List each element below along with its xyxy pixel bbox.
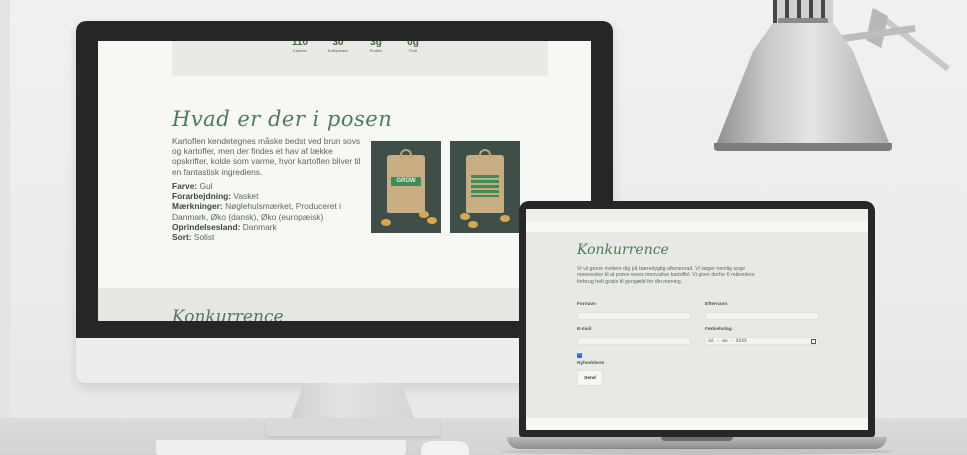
- wall-left: [0, 0, 10, 455]
- competition-form: [526, 232, 868, 418]
- nutrition-label: Protein: [369, 48, 383, 53]
- spec-row: Mærkninger: Nøglehulsmærket, Produceret …: [172, 201, 372, 221]
- section-title: Hvad er der i posen: [172, 107, 393, 131]
- email-field[interactable]: [577, 337, 691, 345]
- lamp-rim: [714, 143, 892, 151]
- newsletter-label: Nyhedsbrev: [577, 361, 605, 366]
- nutrition-value: 3g: [370, 41, 382, 48]
- spec-label: Farve:: [172, 181, 198, 191]
- spec-value: Solist: [193, 232, 215, 243]
- calendar-icon[interactable]: [811, 339, 816, 344]
- product-specs: Farve: Gul Forarbejdning: Vasket Mærknin…: [172, 181, 372, 242]
- nutrition-item: 110 Kalorier: [280, 41, 320, 54]
- potato-icon: [468, 221, 478, 228]
- product-image-front[interactable]: GROW: [371, 141, 441, 233]
- birthday-placeholder: dd - mm - åååå: [708, 338, 747, 344]
- mouse: [421, 441, 469, 455]
- nutrition-label: Kalorier: [293, 48, 307, 53]
- birthday-field[interactable]: dd - mm - åååå: [705, 337, 819, 345]
- nutrition-label: Fedt: [408, 48, 417, 53]
- send-button[interactable]: Send: [577, 370, 603, 386]
- monitor-stand-base: [266, 418, 440, 436]
- email-label: E-mail: [577, 327, 592, 332]
- spec-row: Forarbejdning: Vasket: [172, 191, 372, 201]
- spec-label: Oprindelsesland:: [172, 221, 241, 232]
- product-description: Kartoflen kendetegnes måske bedst ved br…: [172, 136, 361, 177]
- spec-row: Farve: Gul: [172, 181, 372, 191]
- nutrition-item: 3g Protein: [356, 41, 396, 54]
- potato-icon: [419, 211, 429, 218]
- potato-bag-back: [466, 149, 504, 213]
- bag-brand: GROW: [396, 178, 416, 184]
- nutrition-label: Kulhydrater: [327, 48, 349, 53]
- laptop-notch: [661, 437, 733, 441]
- nutrition-item: 30 Kulhydrater: [318, 41, 358, 54]
- nutrition-value: 110: [291, 41, 309, 48]
- lamp-shade: [714, 23, 892, 150]
- laptop-screen: Konkurrence Vi vil gerne invitere dig på…: [526, 209, 868, 430]
- potato-icon: [381, 219, 391, 226]
- product-image-back[interactable]: [450, 141, 520, 233]
- nutrition-value: 0g: [407, 41, 419, 48]
- spec-value: Danmark: [242, 221, 277, 232]
- nutrition-value: 30: [332, 41, 344, 48]
- first-name-label: Fornavn: [577, 302, 596, 307]
- last-name-field[interactable]: [705, 312, 819, 320]
- spec-value: Vasket: [233, 191, 259, 202]
- laptop-top-strip: [526, 209, 868, 221]
- laptop-shadow: [500, 448, 894, 455]
- last-name-label: Efternavn: [705, 302, 728, 307]
- spec-value: Gul: [199, 181, 213, 191]
- first-name-field[interactable]: [577, 312, 691, 320]
- potato-icon: [460, 213, 470, 220]
- spec-row: Sort: Solist: [172, 232, 372, 242]
- check-icon: ✓: [577, 351, 582, 357]
- desktop-screen: 110 Kalorier 30 Kulhydrater 3g Protein 0…: [98, 41, 591, 321]
- potato-icon: [427, 217, 437, 224]
- spec-row: Oprindelsesland: Danmark: [172, 222, 372, 232]
- bag-label: GROW: [391, 177, 421, 186]
- form-title: Konkurrence: [577, 242, 669, 258]
- bag-back-info: [471, 175, 499, 197]
- nutrition-item: 0g Fedt: [393, 41, 433, 54]
- form-intro: Vi vil gerne invitere dig på bæredygtig …: [577, 266, 755, 285]
- nutrition-panel: 110 Kalorier 30 Kulhydrater 3g Protein 0…: [172, 41, 548, 76]
- spec-label: Sort:: [172, 232, 192, 243]
- monitor-stand: [289, 383, 416, 423]
- potato-bag-front: GROW: [387, 149, 425, 213]
- newsletter-checkbox[interactable]: ✓: [577, 351, 582, 358]
- spec-label: Forarbejdning:: [172, 191, 232, 202]
- birthday-label: Fødselsdag: [705, 327, 732, 332]
- keyboard: [156, 440, 406, 455]
- potato-icon: [500, 215, 510, 222]
- competition-title-partial: Konkurrence: [172, 307, 284, 321]
- spec-label: Mærkninger:: [172, 201, 223, 212]
